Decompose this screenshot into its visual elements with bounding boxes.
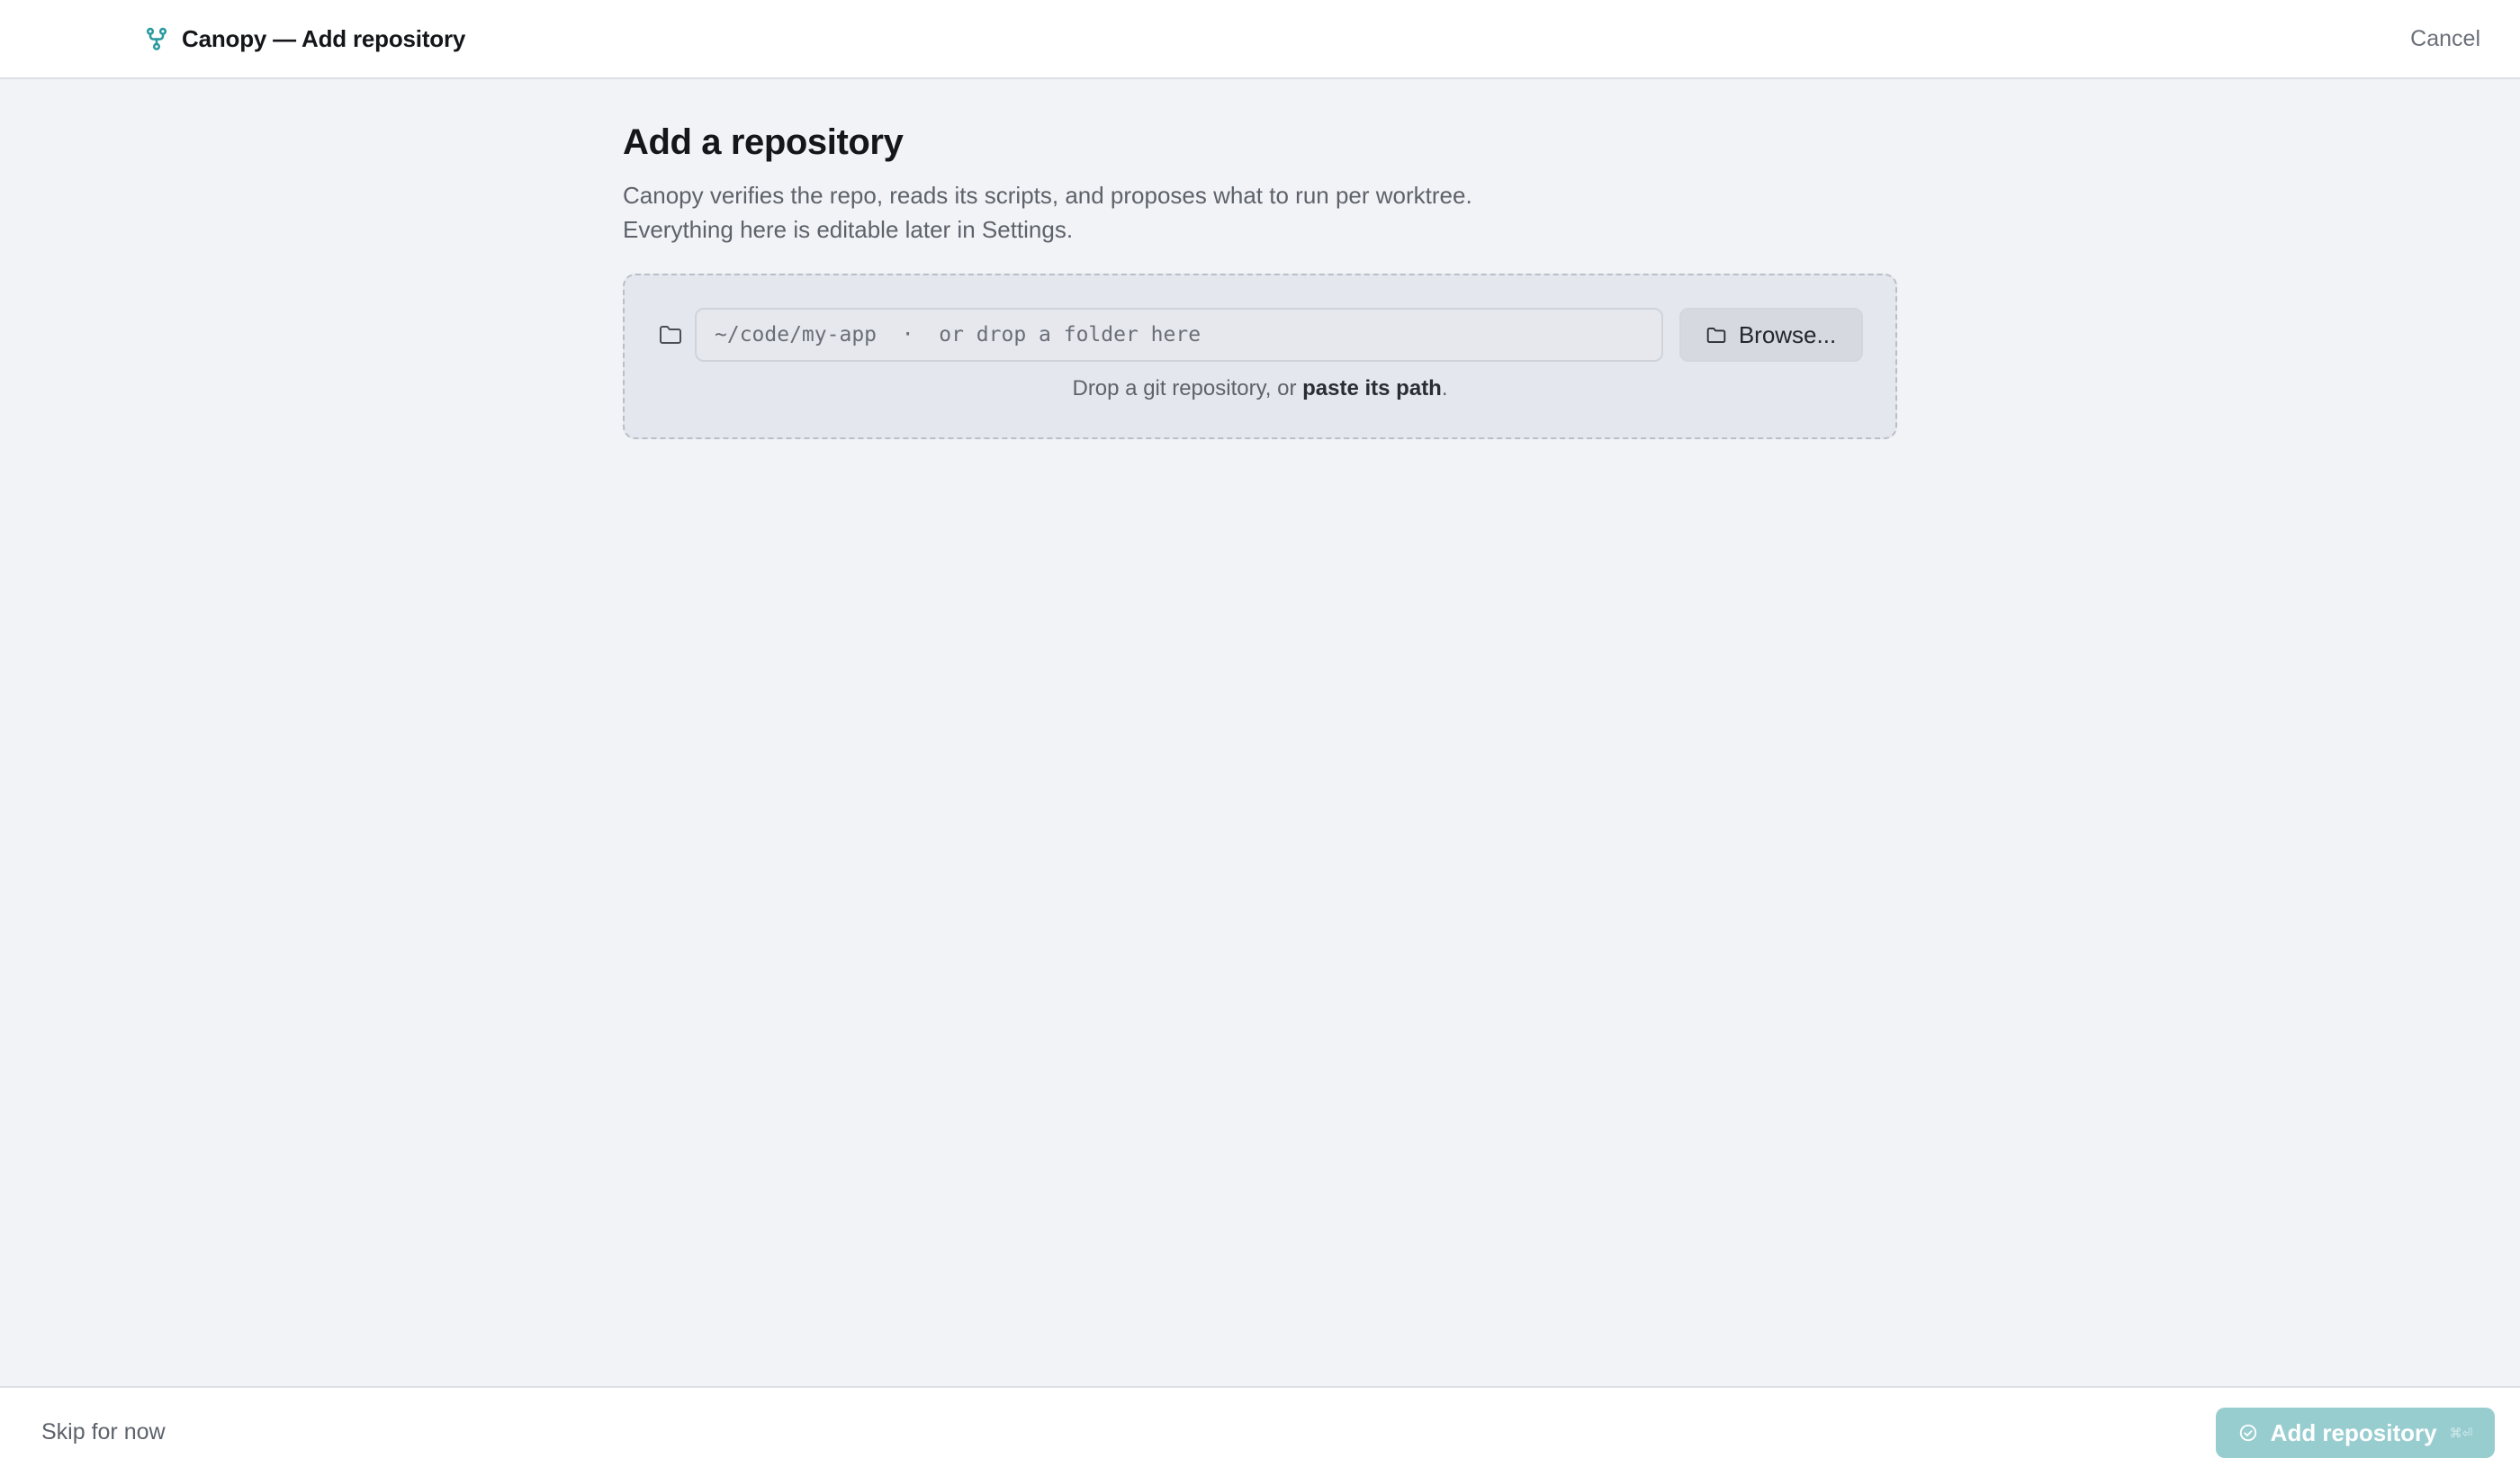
page-description: Canopy verifies the repo, reads its scri…: [623, 178, 1897, 247]
dropzone-hint: Drop a git repository, or paste its path…: [625, 376, 1895, 401]
keyboard-shortcut: ⌘⏎: [2449, 1425, 2473, 1440]
hint-text: Drop a git repository, or: [1072, 376, 1303, 400]
brand: Canopy — Add repository: [144, 0, 465, 77]
footer-bar: Skip for now Add repository ⌘⏎: [0, 1386, 2520, 1476]
git-branch-icon: [146, 27, 167, 50]
path-row: Browse...: [657, 308, 1863, 362]
check-circle-icon: [2238, 1423, 2258, 1443]
folder-icon: [1706, 327, 1726, 344]
page-title: Add a repository: [623, 122, 904, 162]
hint-suffix: .: [1441, 376, 1448, 400]
paste-path-emphasis: paste its path: [1302, 376, 1442, 400]
repository-path-input[interactable]: [695, 308, 1663, 362]
add-repository-button[interactable]: Add repository ⌘⏎: [2216, 1408, 2495, 1458]
skip-for-now-button[interactable]: Skip for now: [41, 1388, 166, 1476]
description-line-2: Everything here is editable later in Set…: [623, 216, 1074, 243]
browse-button[interactable]: Browse...: [1679, 308, 1863, 362]
top-bar: Canopy — Add repository Cancel: [0, 0, 2520, 79]
window-title: Canopy — Add repository: [182, 24, 466, 52]
add-repository-label: Add repository: [2270, 1418, 2437, 1446]
browse-label: Browse...: [1738, 320, 1837, 348]
main-content: Add a repository Canopy verifies the rep…: [623, 79, 1897, 439]
repository-dropzone[interactable]: Browse... Drop a git repository, or past…: [623, 274, 1897, 439]
folder-icon: [657, 321, 684, 348]
cancel-button[interactable]: Cancel: [2410, 0, 2480, 77]
description-line-1: Canopy verifies the repo, reads its scri…: [623, 182, 1472, 209]
